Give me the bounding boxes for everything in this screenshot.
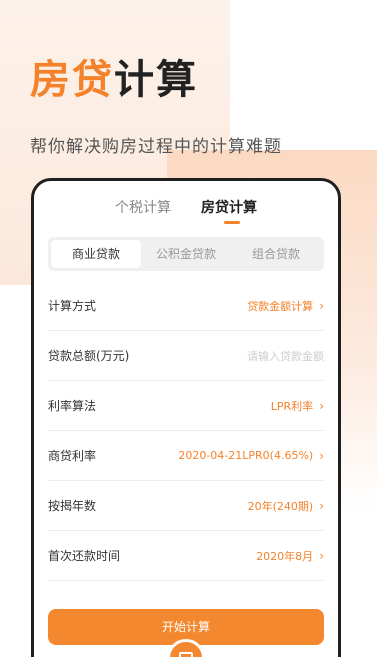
tab-mortgage-calculation[interactable]: 房贷计算 xyxy=(201,197,257,229)
chevron-right-icon: › xyxy=(319,498,324,513)
loan-type-selector: 商业贷款 公积金贷款 组合贷款 xyxy=(48,237,324,271)
row-first-payment-date[interactable]: 首次还款时间 2020年8月 › xyxy=(48,531,324,581)
hero-subtitle: 帮你解决购房过程中的计算难题 xyxy=(30,137,282,157)
loan-amount-input[interactable]: 请输入贷款金额 xyxy=(247,348,324,364)
row-value: 2020年8月 › xyxy=(256,548,324,564)
mortgage-years-value: 20年(240期) xyxy=(247,499,314,513)
row-label: 按揭年数 xyxy=(48,499,97,513)
first-payment-date-value: 2020年8月 xyxy=(256,549,314,563)
row-rate-method[interactable]: 利率算法 LPR利率 › xyxy=(48,381,324,431)
chevron-right-icon: › xyxy=(319,398,324,413)
active-tab-indicator xyxy=(224,221,240,224)
row-label: 贷款总额(万元) xyxy=(48,349,130,363)
phone-frame: 个税计算 房贷计算 商业贷款 公积金贷款 组合贷款 计算方式 贷款金额计算 › 贷… xyxy=(31,178,341,657)
row-calculation-method[interactable]: 计算方式 贷款金额计算 › xyxy=(48,281,324,331)
row-commercial-rate[interactable]: 商贷利率 2020-04-21LPR0(4.65%) › xyxy=(48,431,324,481)
form-rows: 计算方式 贷款金额计算 › 贷款总额(万元) 请输入贷款金额 利率算法 LPR利率… xyxy=(48,281,324,581)
rate-method-value: LPR利率 xyxy=(270,399,314,413)
row-mortgage-years[interactable]: 按揭年数 20年(240期) › xyxy=(48,481,324,531)
row-value: 贷款金额计算 › xyxy=(247,298,324,314)
row-value: 20年(240期) › xyxy=(248,498,324,514)
row-label: 商贷利率 xyxy=(48,449,97,463)
hero-title-rest: 计算 xyxy=(114,57,198,103)
loan-type-provident-fund[interactable]: 公积金贷款 xyxy=(141,240,231,268)
row-label: 首次还款时间 xyxy=(48,549,121,563)
row-label: 利率算法 xyxy=(48,399,97,413)
commercial-rate-value: 2020-04-21LPR0(4.65%) xyxy=(178,449,314,462)
chevron-right-icon: › xyxy=(319,548,324,563)
calculation-method-value: 贷款金额计算 xyxy=(247,299,314,313)
row-loan-amount[interactable]: 贷款总额(万元) 请输入贷款金额 xyxy=(48,331,324,381)
row-value: LPR利率 › xyxy=(271,398,324,414)
loan-type-commercial[interactable]: 商业贷款 xyxy=(51,240,141,268)
hero-title-accent: 房贷 xyxy=(30,57,114,103)
loan-type-combined[interactable]: 组合贷款 xyxy=(231,240,321,268)
row-value: 2020-04-21LPR0(4.65%) › xyxy=(178,449,324,463)
chevron-right-icon: › xyxy=(319,448,324,463)
row-label: 计算方式 xyxy=(48,299,97,313)
chevron-right-icon: › xyxy=(319,298,324,313)
hero-title: 房贷计算 xyxy=(30,52,198,108)
tab-tax-calculation[interactable]: 个税计算 xyxy=(115,197,171,229)
calculator-tabs: 个税计算 房贷计算 xyxy=(34,197,338,229)
